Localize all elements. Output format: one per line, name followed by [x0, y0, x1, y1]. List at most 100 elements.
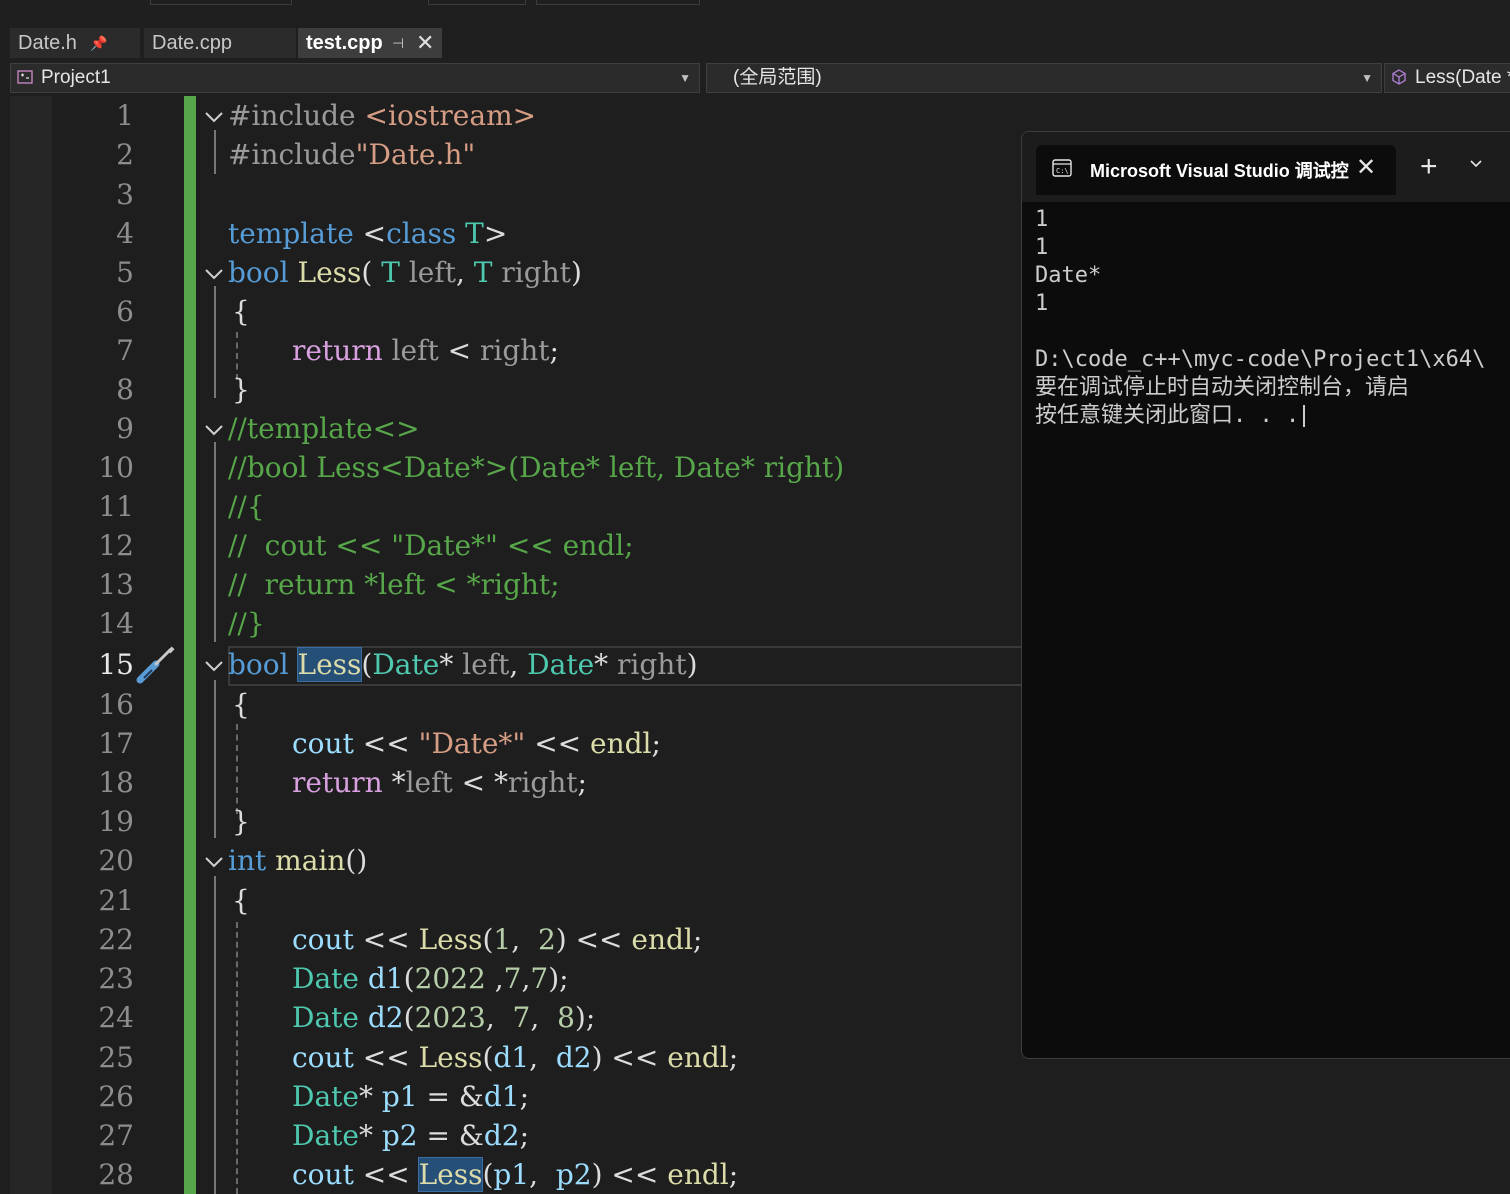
fold-chevron-icon[interactable] [203, 851, 225, 873]
member-cube-icon [1392, 69, 1406, 85]
token: ( [482, 1041, 494, 1074]
token: ; [519, 1080, 529, 1113]
fold-chevron-icon[interactable] [203, 263, 225, 285]
token: #include [228, 138, 356, 171]
fold-chevron-icon[interactable] [203, 655, 225, 677]
console-line: D:\code_c++\myc-code\Project1\x64\ [1035, 347, 1486, 372]
line-number: 27 [98, 1119, 134, 1152]
menu-strip [0, 0, 1510, 8]
line-number: 4 [116, 217, 134, 250]
token: bool [228, 256, 289, 289]
console-line-last: 按任意键关闭此窗口. . . [1035, 402, 1306, 430]
token: Date [292, 1001, 359, 1034]
indent-guide [214, 876, 216, 1194]
code-line-4: template <class T> [228, 214, 507, 253]
token: Date [292, 962, 359, 995]
token: ) [686, 648, 698, 681]
token-highlighted[interactable]: Less [417, 1157, 484, 1192]
tab-label: Date.cpp [152, 32, 233, 54]
line-number: 9 [116, 412, 134, 445]
line-number: 7 [116, 334, 134, 367]
close-icon[interactable]: ✕ [416, 28, 434, 58]
code-line-25: cout << Less(d1, d2) << endl; [292, 1038, 738, 1077]
menu-segment [150, 0, 292, 5]
dropdown-icon: ▼ [1361, 71, 1373, 85]
tab-date-cpp[interactable]: Date.cpp [144, 28, 296, 58]
token: Date [292, 1119, 359, 1152]
tab-date-h[interactable]: Date.h 📌 [10, 28, 140, 58]
pin-icon[interactable]: 📌 [90, 28, 107, 58]
tab-label: Date.h [18, 32, 77, 54]
token: << [353, 727, 419, 760]
console-line: 1 [1035, 207, 1049, 232]
token: 8 [557, 1001, 575, 1034]
token: , [455, 256, 474, 289]
line-number: 20 [98, 844, 134, 877]
code-line-1: #include <iostream> [228, 96, 536, 135]
token: d2 [367, 1001, 404, 1034]
code-line-20: int main() [228, 841, 367, 880]
console-tab[interactable]: C:\ Microsoft Visual Studio 调试控 ✕ [1036, 145, 1396, 195]
token: main [275, 844, 346, 877]
token: ( [403, 1001, 415, 1034]
token: 7 [512, 1001, 531, 1034]
token: * [594, 648, 618, 681]
token: Date [372, 648, 440, 681]
token: right [507, 766, 578, 799]
token: ; [728, 1041, 739, 1074]
token: right [479, 334, 550, 367]
token: ) << [591, 1041, 668, 1074]
text-cursor [1303, 405, 1306, 427]
project-dropdown[interactable]: Project1 ▼ [10, 63, 700, 93]
token: * [382, 766, 406, 799]
token: , [485, 1001, 513, 1034]
project-label: Project1 [41, 67, 111, 88]
line-number: 8 [116, 373, 134, 406]
token: , [529, 1041, 556, 1074]
fold-chevron-icon[interactable] [203, 419, 225, 441]
token: << [353, 1041, 419, 1074]
token: right [617, 648, 687, 681]
token: < * [452, 766, 508, 799]
indent-guide [214, 442, 216, 642]
token: d2 [555, 1041, 592, 1074]
fold-chevron-icon[interactable] [203, 106, 225, 128]
token: <iostream> [364, 99, 537, 132]
quick-action-screwdriver-icon[interactable] [134, 646, 178, 686]
line-number: 16 [98, 688, 134, 721]
pin-icon[interactable]: ⊣ [392, 28, 404, 58]
new-tab-icon[interactable]: + [1420, 152, 1438, 182]
token: ; [577, 766, 587, 799]
console-icon: C:\ [1052, 159, 1072, 177]
debug-console-window[interactable]: C:\ Microsoft Visual Studio 调试控 ✕ + 1 1 … [1021, 131, 1510, 1059]
member-dropdown[interactable]: Less(Date * [1384, 63, 1510, 93]
indicator-margin[interactable] [10, 96, 52, 1194]
tab-label: test.cpp [306, 32, 383, 54]
token-highlighted[interactable]: Less [296, 647, 363, 682]
code-line-6: { [232, 295, 250, 328]
scope-dropdown[interactable]: (全局范围) ▼ [706, 63, 1382, 93]
console-output[interactable]: 1 1 Date* 1 D:\code_c++\myc-code\Project… [1035, 206, 1510, 1046]
navigation-bar: Project1 ▼ (全局范围) ▼ Less(Date * [0, 60, 1510, 97]
token: ) << [555, 923, 632, 956]
console-title-bar[interactable]: C:\ Microsoft Visual Studio 调试控 ✕ + [1022, 132, 1510, 202]
change-tracking-bar [184, 96, 196, 1194]
token: p2 [381, 1119, 418, 1152]
line-number: 18 [98, 766, 134, 799]
close-icon[interactable]: ✕ [1356, 153, 1376, 182]
tab-test-cpp[interactable]: test.cpp ⊣ ✕ [298, 28, 442, 58]
token: ( [361, 256, 382, 289]
menu-segment [428, 0, 526, 5]
indent-guide [214, 286, 216, 398]
line-number: 14 [98, 607, 134, 640]
code-line-24: Date d2(2023, 7, 8); [292, 998, 595, 1037]
token: , [485, 962, 504, 995]
dropdown-icon[interactable] [1468, 156, 1484, 172]
code-line-23: Date d1(2022 ,7,7); [292, 959, 569, 998]
line-number: 25 [98, 1041, 134, 1074]
token: int [228, 844, 267, 877]
token: left [405, 766, 453, 799]
